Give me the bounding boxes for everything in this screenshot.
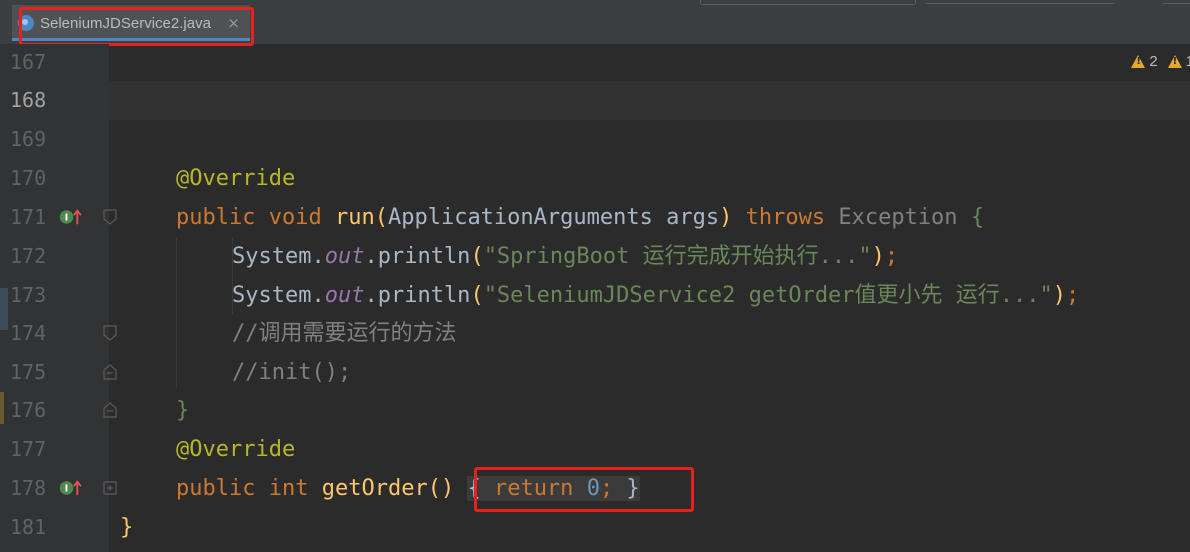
- string-literal: "SpringBoot 运行完成开始执行...": [483, 244, 872, 269]
- toolbar-edge: [1163, 0, 1190, 4]
- keyword: throws: [745, 205, 826, 230]
- paren: (): [427, 476, 455, 501]
- string-literal: "SeleniumJDService2 getOrder值更小先 运行...": [483, 283, 1053, 308]
- method-call: .println: [364, 283, 471, 308]
- code-line[interactable]: 174 //调用需要运行的方法: [0, 314, 1190, 353]
- comment: //调用需要运行的方法: [232, 321, 457, 346]
- method-name: getOrder: [321, 476, 428, 501]
- line-number: 169: [10, 127, 47, 151]
- line-number: 170: [10, 166, 47, 190]
- code-line[interactable]: 171 I public void run(ApplicationArgumen…: [0, 198, 1190, 237]
- line-number: 178: [10, 476, 47, 500]
- code-line[interactable]: 181 }: [0, 508, 1190, 547]
- fold-end-icon[interactable]: [103, 364, 117, 380]
- code-line-current[interactable]: 168: [0, 81, 1190, 120]
- line-number: 181: [10, 515, 47, 539]
- code-line[interactable]: 176 }: [0, 391, 1190, 430]
- code-line[interactable]: 173 System.out.println("SeleniumJDServic…: [0, 276, 1190, 315]
- paren: (: [470, 283, 484, 308]
- line-number: 172: [10, 244, 47, 268]
- line-number: 173: [10, 283, 47, 307]
- paren: (: [374, 205, 388, 230]
- line-number: 168: [10, 88, 47, 112]
- semicolon: ;: [884, 244, 899, 269]
- paren: ): [1052, 283, 1067, 308]
- brace: }: [176, 398, 190, 423]
- highlight-box-code: [474, 467, 694, 512]
- override-method-icon[interactable]: I: [58, 208, 84, 226]
- keyword: public: [176, 476, 256, 501]
- toolbar-edge: [700, 0, 916, 5]
- keyword: int: [268, 476, 309, 501]
- method-call: .println: [364, 244, 471, 269]
- static-field: out: [324, 244, 365, 269]
- parameters: ApplicationArguments args: [387, 205, 720, 230]
- code-line[interactable]: 172 System.out.println("SpringBoot 运行完成开…: [0, 237, 1190, 276]
- code-line[interactable]: 170 @Override: [0, 159, 1190, 198]
- line-number: 175: [10, 360, 47, 384]
- paren: (: [470, 244, 484, 269]
- paren: ): [719, 205, 733, 230]
- code-line[interactable]: 169: [0, 120, 1190, 159]
- line-number: 177: [10, 437, 47, 461]
- class-ref: System.: [232, 283, 325, 308]
- override-method-icon[interactable]: I: [58, 479, 84, 497]
- fold-end-icon[interactable]: [103, 402, 117, 418]
- fold-marker-icon[interactable]: [103, 325, 117, 341]
- annotation: @Override: [176, 166, 296, 191]
- highlight-box-tab: [19, 7, 254, 46]
- semicolon: ;: [1066, 283, 1080, 308]
- class-ref: System.: [232, 244, 325, 269]
- keyword: public: [176, 205, 256, 230]
- svg-text:I: I: [65, 484, 69, 495]
- brace: }: [120, 515, 134, 540]
- static-field: out: [324, 283, 365, 308]
- caret-row-highlight: [109, 81, 1190, 120]
- editor-tab-bar: SeleniumJDService2.java ×: [0, 0, 1190, 46]
- annotation: @Override: [176, 437, 296, 462]
- expand-fold-icon[interactable]: [103, 480, 117, 496]
- keyword: void: [268, 205, 322, 230]
- comment: //init();: [232, 360, 352, 385]
- line-number: 174: [10, 321, 47, 345]
- code-line[interactable]: 177 @Override: [0, 430, 1190, 469]
- toolbar-edge: [925, 0, 1115, 4]
- code-line[interactable]: 175 //init();: [0, 353, 1190, 392]
- line-number: 167: [10, 50, 47, 74]
- svg-text:I: I: [65, 213, 69, 224]
- line-number: 176: [10, 398, 47, 422]
- exception-type: Exception: [838, 205, 958, 230]
- paren: ): [871, 244, 885, 269]
- code-line[interactable]: 167: [0, 43, 1190, 82]
- brace: {: [970, 205, 985, 230]
- method-name: run: [334, 205, 375, 230]
- line-number: 171: [10, 205, 47, 229]
- fold-marker-icon[interactable]: [103, 209, 117, 225]
